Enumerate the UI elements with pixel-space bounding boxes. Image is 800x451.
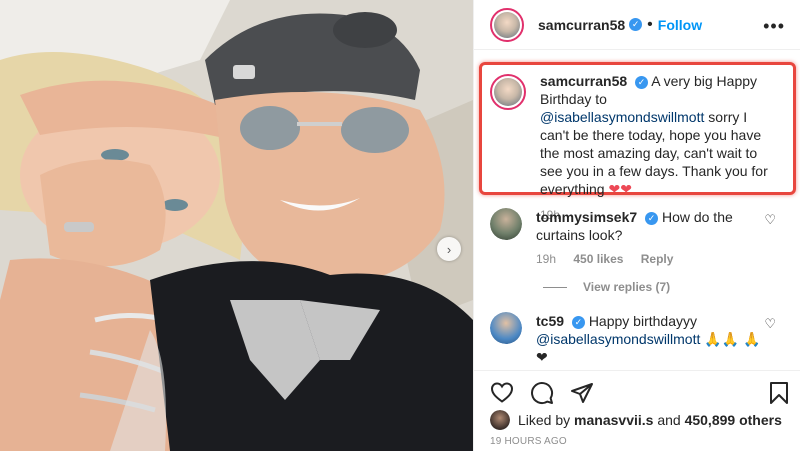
liked-by-and: and [657, 412, 681, 428]
more-options-icon[interactable]: ••• [763, 16, 785, 37]
header-separator: • [647, 15, 653, 33]
share-paper-plane-icon[interactable] [570, 381, 594, 410]
caption: samcurran58 ✓ A very big Happy Birthday … [490, 72, 790, 224]
caption-avatar[interactable] [490, 74, 526, 110]
commenter-avatar[interactable] [490, 312, 522, 344]
verified-badge-icon: ✓ [635, 76, 649, 89]
save-bookmark-icon[interactable] [769, 381, 789, 410]
others-likes-link[interactable]: 450,899 others [685, 412, 782, 428]
caption-mention-link[interactable]: @isabellasymondswillmott [540, 109, 704, 125]
comment-meta: 19h 450 likes Reply [536, 250, 761, 268]
comment-item: tommysimsek7 ✓ How do the curtains look?… [490, 208, 790, 268]
liker-avatar[interactable] [490, 410, 510, 430]
heart-emoji: ❤❤ [608, 181, 632, 197]
comment-text: tommysimsek7 ✓ How do the curtains look?… [536, 208, 761, 268]
commenter-avatar[interactable] [490, 208, 522, 240]
author-username[interactable]: samcurran58 [538, 17, 625, 33]
caption-text: samcurran58 ✓ A very big Happy Birthday … [540, 72, 775, 224]
view-replies-label: View replies (7) [583, 280, 671, 294]
comment-time[interactable]: 19h [536, 252, 556, 266]
likes-summary: Liked by manasvvii.s and 450,899 others [490, 410, 782, 430]
author-avatar[interactable] [490, 7, 524, 42]
chevron-right-icon: › [446, 241, 452, 257]
comment-likes[interactable]: 450 likes [573, 252, 623, 266]
view-replies-button[interactable]: View replies (7) [543, 280, 670, 294]
selfie-illustration [0, 0, 473, 451]
comment-username[interactable]: tc59 [536, 313, 564, 329]
follow-button[interactable]: Follow [658, 17, 702, 33]
comment-text: tc59 ✓ Happy birthdayyy @isabellasymonds… [536, 312, 761, 366]
comment-like-heart-icon[interactable]: ♡ [764, 316, 776, 332]
comment-mention-link[interactable]: @isabellasymondswillmott [536, 331, 700, 347]
comment-username[interactable]: tommysimsek7 [536, 209, 637, 225]
post-timestamp[interactable]: 19 HOURS AGO [490, 436, 567, 447]
verified-badge-icon: ✓ [571, 316, 585, 329]
prayer-emoji: 🙏🙏 [704, 331, 740, 347]
comment-like-heart-icon[interactable]: ♡ [764, 212, 776, 228]
comment-bubble-icon[interactable] [530, 381, 554, 410]
caption-username[interactable]: samcurran58 [540, 73, 627, 89]
liker-username[interactable]: manasvvii.s [574, 412, 653, 428]
action-bar [474, 370, 800, 410]
post-side-panel: samcurran58 ✓ • Follow ••• samcurran58 ✓… [473, 0, 800, 451]
verified-badge-icon: ✓ [645, 212, 659, 225]
replies-divider-line [543, 286, 567, 288]
comment-item: tc59 ✓ Happy birthdayyy @isabellasymonds… [490, 312, 790, 366]
reply-button[interactable]: Reply [641, 252, 674, 266]
like-heart-icon[interactable] [490, 381, 514, 408]
liked-by-prefix: Liked by [518, 412, 571, 428]
carousel-next-button[interactable]: › [437, 237, 461, 261]
post-header: samcurran58 ✓ • Follow ••• [474, 0, 800, 50]
verified-badge-icon: ✓ [629, 18, 643, 31]
comment-body: Happy birthdayyy [588, 313, 697, 329]
post-photo[interactable]: › [0, 0, 473, 451]
